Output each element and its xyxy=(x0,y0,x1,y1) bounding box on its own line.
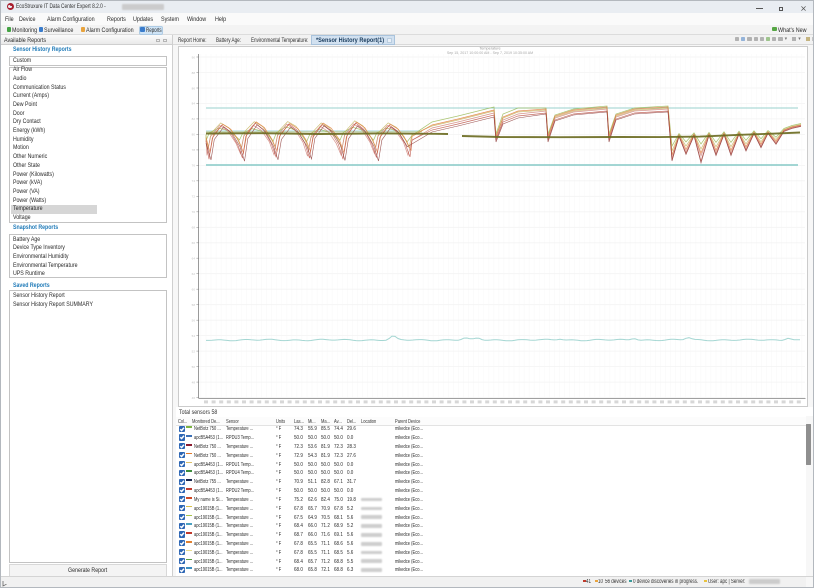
svg-text:88: 88 xyxy=(192,71,196,75)
svg-text:70: 70 xyxy=(192,210,196,214)
svg-text:54: 54 xyxy=(192,334,196,338)
svg-text:90: 90 xyxy=(192,55,196,59)
svg-text:56: 56 xyxy=(192,319,196,323)
svg-text:86: 86 xyxy=(192,86,196,90)
svg-text:62: 62 xyxy=(192,272,196,276)
svg-text:Sep 15, 2017 10:00:00 AM - Sep: Sep 15, 2017 10:00:00 AM - Sep 7, 2019 1… xyxy=(447,51,533,55)
svg-text:50: 50 xyxy=(192,365,196,369)
svg-text:74: 74 xyxy=(192,179,196,183)
svg-text:46: 46 xyxy=(192,396,196,400)
svg-text:78: 78 xyxy=(192,148,196,152)
svg-text:64: 64 xyxy=(192,257,196,261)
svg-text:84: 84 xyxy=(192,102,196,106)
svg-text:80: 80 xyxy=(192,133,196,137)
svg-text:60: 60 xyxy=(192,288,196,292)
svg-text:48: 48 xyxy=(192,380,196,384)
svg-text:68: 68 xyxy=(192,226,196,230)
svg-text:82: 82 xyxy=(192,117,196,121)
svg-text:66: 66 xyxy=(192,241,196,245)
svg-text:76: 76 xyxy=(192,164,196,168)
svg-text:58: 58 xyxy=(192,303,196,307)
svg-text:Temperature: Temperature xyxy=(479,46,500,50)
svg-text:52: 52 xyxy=(192,349,196,353)
svg-text:72: 72 xyxy=(192,195,196,199)
